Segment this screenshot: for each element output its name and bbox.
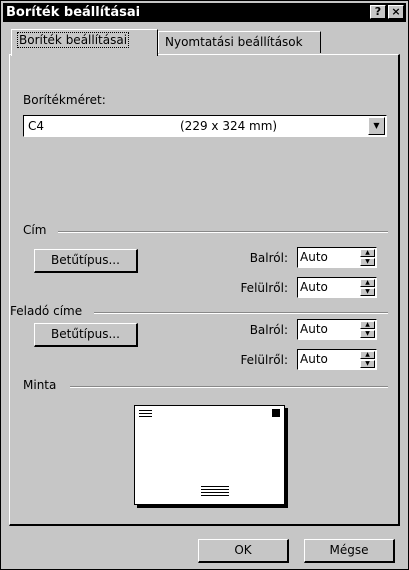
- spin-down-icon[interactable]: ▼: [360, 288, 375, 296]
- address-top-value: Auto: [300, 280, 328, 294]
- spin-up-icon[interactable]: ▲: [360, 279, 375, 287]
- ok-button[interactable]: OK: [198, 539, 289, 563]
- spin-up-icon[interactable]: ▲: [360, 321, 375, 329]
- address-top-stepper[interactable]: Auto ▲ ▼: [297, 277, 377, 298]
- preview-shadow: [285, 408, 288, 508]
- return-address-lines-icon: [139, 410, 152, 419]
- spin-down-icon[interactable]: ▼: [360, 360, 375, 368]
- tab-envelope-options[interactable]: Boríték beállításai: [11, 29, 158, 56]
- envelope-preview: [134, 405, 285, 505]
- spin-up-icon[interactable]: ▲: [360, 351, 375, 359]
- return-address-divider: [94, 312, 388, 314]
- spin-up-icon[interactable]: ▲: [360, 249, 375, 257]
- tab-printing-options[interactable]: Nyomtatási beállítások: [158, 31, 321, 53]
- address-top-label: Felülről:: [240, 281, 288, 295]
- spin-down-icon[interactable]: ▼: [360, 330, 375, 338]
- tab-envelope-options-label: Boríték beállításai: [16, 32, 130, 48]
- tab-printing-options-label: Nyomtatási beállítások: [165, 35, 303, 49]
- return-address-font-button[interactable]: Betűtípus...: [34, 323, 138, 347]
- return-address-top-stepper[interactable]: Auto ▲ ▼: [297, 349, 377, 370]
- preview-divider: [70, 386, 388, 388]
- address-font-button[interactable]: Betűtípus...: [34, 249, 138, 273]
- envelope-size-value-dimensions: (229 x 324 mm): [180, 119, 278, 133]
- address-divider: [58, 231, 388, 233]
- address-left-label: Balról:: [249, 251, 288, 265]
- address-left-value: Auto: [300, 250, 328, 264]
- return-address-left-label: Balról:: [249, 323, 288, 337]
- return-address-section-label: Feladó címe: [10, 304, 83, 318]
- close-button[interactable]: ×: [388, 5, 404, 19]
- address-lines-icon: [201, 486, 229, 498]
- return-address-top-label: Felülről:: [240, 353, 288, 367]
- help-button[interactable]: ?: [370, 5, 386, 19]
- stamp-icon: [272, 409, 280, 417]
- address-left-stepper[interactable]: Auto ▲ ▼: [297, 247, 377, 268]
- envelope-options-dialog: Boríték beállításai ? × Boríték beállítá…: [0, 0, 409, 570]
- return-address-top-value: Auto: [300, 352, 328, 366]
- envelope-size-value-name: C4: [28, 119, 45, 133]
- address-section-label: Cím: [23, 223, 47, 237]
- envelope-size-label: Borítékméret:: [23, 93, 106, 107]
- return-address-left-value: Auto: [300, 322, 328, 336]
- return-address-left-stepper[interactable]: Auto ▲ ▼: [297, 319, 377, 340]
- spin-down-icon[interactable]: ▼: [360, 258, 375, 266]
- title-bar[interactable]: Boríték beállításai ? ×: [3, 3, 406, 22]
- envelope-size-select[interactable]: C4 (229 x 324 mm) ▼: [23, 115, 387, 137]
- preview-section-label: Minta: [23, 378, 57, 392]
- chevron-down-icon[interactable]: ▼: [368, 117, 385, 135]
- preview-shadow: [137, 505, 288, 508]
- window-title: Boríték beállításai: [6, 5, 141, 20]
- cancel-button[interactable]: Mégse: [304, 539, 395, 563]
- tab-panel: Borítékméret: C4 (229 x 324 mm) ▼ Cím Be…: [9, 54, 400, 526]
